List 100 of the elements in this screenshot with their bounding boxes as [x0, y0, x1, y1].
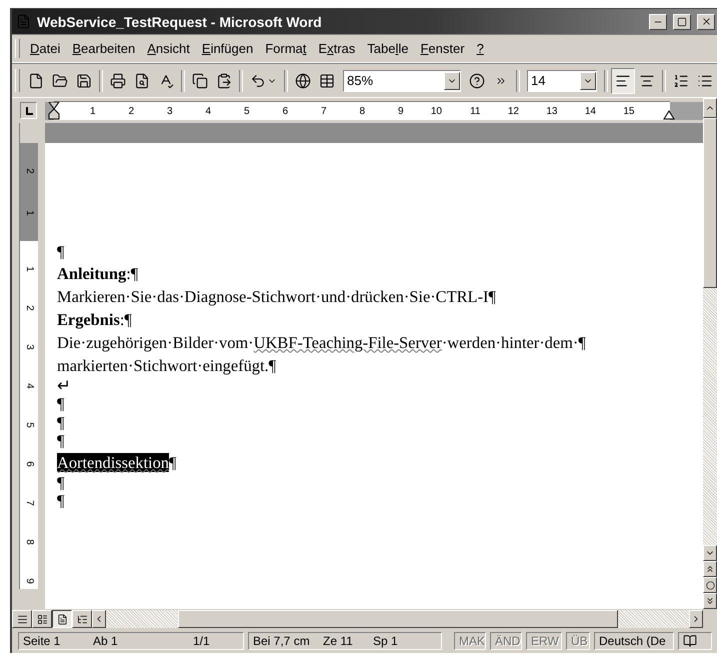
- help-icon: [469, 72, 485, 88]
- circle-icon: [706, 580, 714, 590]
- paragraph-text: markierten·Stichwort·eingefügt.¶: [57, 354, 278, 376]
- ruler-number: 6: [281, 106, 288, 116]
- status-text: 1/1: [193, 634, 211, 648]
- paragraph-text: Ergebnis:¶: [57, 308, 133, 330]
- scroll-right-button[interactable]: [689, 610, 703, 628]
- ruler-number: 1: [23, 266, 36, 272]
- outline-view-button[interactable]: [72, 610, 92, 628]
- status-text: Bei 7,7 cm: [253, 634, 311, 648]
- previous-page-button[interactable]: [703, 561, 717, 577]
- formatting-mark: ¶: [57, 474, 66, 492]
- close-icon: [700, 16, 712, 27]
- menu-item[interactable]: Bearbeiten: [66, 39, 142, 58]
- horizontal-scroll-thumb[interactable]: [178, 610, 618, 628]
- normal-view-button[interactable]: [12, 610, 32, 628]
- ruler-number: 5: [23, 422, 36, 428]
- menu-item[interactable]: ?: [470, 39, 490, 58]
- ruler-number: 9: [396, 106, 404, 116]
- ruler-number: 4: [23, 383, 36, 389]
- ruler-number: 8: [23, 539, 36, 545]
- ruler-number: 7: [320, 106, 326, 116]
- ruler-number: 8: [358, 106, 365, 116]
- maximize-icon: [677, 16, 687, 26]
- font-size-field[interactable]: 14: [527, 70, 597, 92]
- double-down-icon: [705, 596, 715, 606]
- menu-item[interactable]: Ansicht: [141, 39, 196, 58]
- formatting-mark: ¶: [57, 414, 66, 432]
- double-up-icon: [705, 564, 715, 574]
- maximize-button[interactable]: [673, 14, 691, 30]
- menu-item[interactable]: Tabelle: [361, 39, 414, 58]
- numbered-list-icon: [673, 72, 689, 88]
- status-text: Seite 1: [23, 634, 62, 648]
- scroll-left-button[interactable]: [92, 610, 106, 628]
- table-icon: [319, 72, 335, 88]
- formatting-mark: ¶: [169, 452, 176, 472]
- paste-icon: [216, 72, 232, 88]
- printer-icon: [110, 72, 126, 88]
- web-layout-button[interactable]: [32, 610, 52, 628]
- ruler-number: 12: [506, 106, 519, 116]
- ruler-number: 6: [23, 461, 36, 467]
- ruler-number: 7: [23, 500, 36, 506]
- formatting-mark: ¶: [57, 243, 66, 262]
- align-left-button[interactable]: [611, 68, 635, 94]
- status-text: Ze 11: [323, 634, 354, 648]
- next-page-button[interactable]: [703, 593, 717, 609]
- ruler-number: 1: [23, 210, 36, 216]
- menu-item[interactable]: Datei: [24, 39, 66, 58]
- ruler-number: 2: [23, 305, 36, 311]
- preview-icon: [134, 72, 150, 88]
- folder-icon: [52, 72, 68, 88]
- paragraph-text: Anleitung:¶: [57, 262, 140, 284]
- ruler-number: 10: [430, 106, 442, 116]
- formatting-mark: ¶: [57, 395, 66, 414]
- ruler-number: 15: [622, 106, 634, 116]
- ruler-number: 9: [23, 578, 36, 584]
- menu-item[interactable]: Fenster: [414, 39, 471, 58]
- ruler-number: 3: [166, 106, 172, 116]
- menu-item[interactable]: Extras: [312, 39, 362, 58]
- save-icon: [76, 72, 92, 88]
- formatting-mark: ↵: [57, 376, 71, 395]
- ruler-number: 3: [23, 344, 36, 350]
- close-button[interactable]: [697, 14, 715, 30]
- ruler-number: 4: [204, 106, 211, 116]
- browse-object-button[interactable]: [703, 577, 717, 593]
- ruler-number: 13: [545, 106, 558, 116]
- status-text: Ab 1: [93, 634, 119, 648]
- new-document-icon: [28, 72, 44, 88]
- ruler-number: 2: [127, 106, 134, 116]
- tab-stop-button[interactable]: [20, 102, 37, 119]
- document-icon: [16, 14, 31, 29]
- ruler-number: 2: [23, 168, 36, 174]
- language-indicator[interactable]: Deutsch (De: [594, 632, 674, 650]
- menu-item[interactable]: Format: [259, 39, 312, 58]
- ruler-number: 11: [469, 106, 480, 116]
- book-icon: [683, 634, 697, 648]
- right-indent-marker[interactable]: [663, 110, 675, 120]
- formatting-mark: ¶: [57, 432, 66, 450]
- menu-item[interactable]: Einfügen: [196, 39, 260, 58]
- globe-icon: [295, 72, 311, 88]
- indent-marker[interactable]: [48, 102, 60, 120]
- ruler-number: 5: [242, 106, 250, 116]
- selected-text: Aortendissektion: [57, 452, 169, 472]
- scroll-up-button[interactable]: [703, 98, 717, 118]
- undo-icon: [250, 72, 266, 88]
- view-icon: [36, 614, 48, 624]
- status-text: Sp 1: [373, 634, 399, 648]
- copy-icon: [192, 72, 208, 88]
- view-icon: [16, 614, 28, 624]
- formatting-mark: ¶: [57, 492, 66, 510]
- ruler-number: 1: [88, 106, 96, 116]
- scroll-down-button[interactable]: [703, 545, 717, 561]
- print-layout-button[interactable]: [52, 610, 72, 628]
- tab-stop-icon: [24, 106, 32, 114]
- scroll-thumb[interactable]: [703, 118, 717, 288]
- view-icon: [76, 614, 88, 624]
- paragraph-text: Markieren·Sie·das·Diagnose-Stichwort·und·drücken·Sie·CTRL-I¶: [57, 286, 497, 308]
- minimize-button[interactable]: [649, 14, 667, 30]
- paragraph-text: Die·zugehörigen·Bilder·vom·UKBF-Teaching-File-Server·werden·hinter·dem·¶: [57, 332, 587, 354]
- zoom-field[interactable]: 85%: [343, 70, 461, 92]
